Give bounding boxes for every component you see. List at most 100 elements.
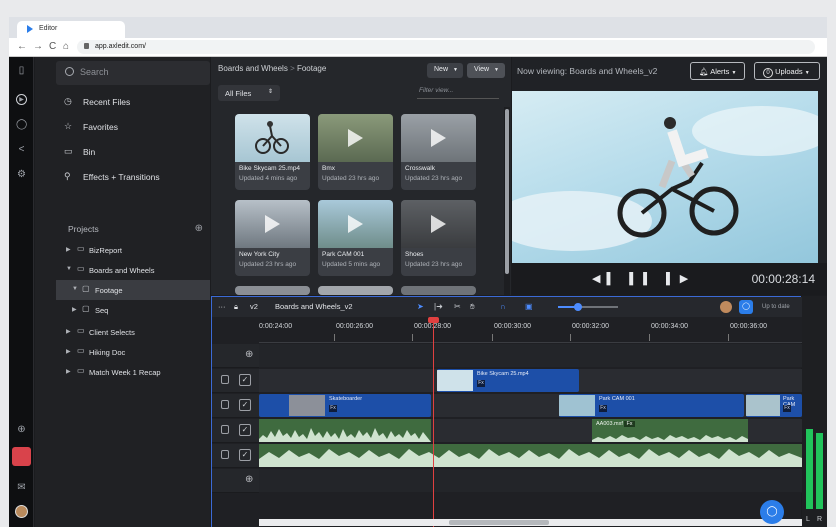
effects-icon: ⚲ (64, 171, 71, 181)
home-icon[interactable]: ⌂ (63, 41, 69, 52)
tree-item-match-week[interactable]: ▶ ▭ Match Week 1 Recap (56, 362, 210, 382)
ripple-tool-icon[interactable]: |➜ (434, 302, 443, 311)
caret-down-icon[interactable]: ▼ (66, 266, 72, 272)
track-toggle-checkbox[interactable]: ✓ (239, 424, 251, 436)
fx-badge[interactable]: Fx (599, 405, 607, 412)
tree-item-bizreport[interactable]: ▶ ▭ BizReport (56, 240, 210, 260)
hand-tool-icon[interactable]: ✋︎ (470, 302, 475, 312)
caret-down-icon[interactable]: ▼ (72, 286, 78, 292)
files-scrollbar[interactable] (504, 107, 510, 295)
new-button[interactable]: New ▼ (427, 63, 463, 78)
forward-icon[interactable]: → (33, 41, 43, 52)
file-card[interactable]: Bike Skycam 25.mp4 Updated 4 mins ago (235, 114, 310, 190)
track-toggle-checkbox[interactable]: ✓ (239, 374, 251, 386)
clip-park-cam-2[interactable]: Park CAM Fx (746, 394, 802, 417)
audio-clip-skateboarder[interactable] (259, 419, 431, 442)
file-card[interactable]: New York City Updated 23 hrs ago (235, 200, 310, 276)
caret-right-icon[interactable]: ▶ (66, 368, 71, 375)
version-select[interactable]: v2 (250, 302, 258, 311)
razor-tool-icon[interactable]: ✂ (454, 302, 461, 311)
lock-icon[interactable]: 🔒︎ (234, 302, 238, 312)
nav-bin[interactable]: ▭ Bin (56, 142, 210, 162)
slider-knob[interactable] (574, 303, 582, 311)
file-card[interactable]: Park CAM 001 Updated 5 mins ago (318, 200, 393, 276)
tree-item-boards-and-wheels[interactable]: ▼ ▭ Boards and Wheels (56, 260, 210, 280)
file-card[interactable]: Shoes Updated 23 hrs ago (401, 200, 476, 276)
playhead-handle[interactable] (428, 317, 439, 323)
breadcrumb-project[interactable]: Boards and Wheels (218, 64, 288, 73)
clip-park-cam[interactable]: Park CAM 001 Fx (559, 394, 744, 417)
reload-icon[interactable]: C (49, 41, 56, 52)
collaborator-avatar[interactable] (720, 301, 732, 313)
clip-skateboarder[interactable]: Skateboarder Fx (259, 394, 431, 417)
add-track-icon[interactable]: ⊕ (245, 349, 253, 360)
back-icon[interactable]: ← (17, 41, 27, 52)
nav-recent-files[interactable]: ◷ Recent Files (56, 92, 210, 112)
brand-badge-icon[interactable] (12, 447, 31, 466)
tree-item-client-selects[interactable]: ▶ ▭ Client Selects (56, 322, 210, 342)
alerts-button[interactable]: 🔔︎ Alerts ▼ (690, 62, 745, 80)
scrollbar-thumb[interactable] (505, 109, 509, 274)
tree-item-seq[interactable]: ▶ ▢ Seq (56, 300, 210, 320)
file-card[interactable] (235, 286, 310, 295)
caret-right-icon[interactable]: ▶ (66, 348, 71, 355)
time-ruler[interactable]: 0:00:24:00 00:00:26:00 00:00:28:00 00:00… (259, 317, 802, 343)
uploads-button[interactable]: 0 Uploads ▼ (754, 62, 820, 80)
track-v2: Bike Skycam 25.mp4 Fx (259, 369, 802, 393)
lock-icon[interactable] (221, 425, 229, 434)
scrollbar-thumb[interactable] (449, 520, 549, 525)
nav-effects[interactable]: ⚲ Effects + Transitions (56, 167, 210, 187)
fx-badge[interactable]: Fx (477, 380, 485, 387)
timeline-scrollbar[interactable] (259, 519, 802, 526)
video-preview[interactable] (512, 91, 818, 263)
breadcrumb-folder[interactable]: Footage (297, 64, 326, 73)
fx-badge[interactable]: Fx (624, 421, 635, 427)
file-card[interactable] (318, 286, 393, 295)
fx-badge[interactable]: Fx (783, 405, 791, 412)
playhead[interactable] (433, 317, 434, 527)
share-icon[interactable]: < (16, 144, 27, 155)
play-circle-icon[interactable]: ▶ (16, 94, 27, 105)
waveform (259, 449, 802, 467)
browser-tab[interactable]: Editor (17, 21, 125, 38)
zoom-slider[interactable] (558, 303, 618, 311)
lock-icon[interactable] (221, 375, 229, 384)
audio-clip-music[interactable] (259, 444, 802, 467)
tree-item-hiking-doc[interactable]: ▶ ▭ Hiking Doc (56, 342, 210, 362)
select-tool-icon[interactable]: ➤ (417, 302, 424, 311)
file-type-dropdown[interactable]: All Files ⇕ (218, 85, 280, 101)
waveform-toggle-icon[interactable]: ▣ (525, 302, 533, 311)
settings-icon[interactable]: ⚙ (16, 169, 27, 180)
nav-favorites[interactable]: ☆ Favorites (56, 117, 210, 137)
transport-controls-icon[interactable]: ◀▌ ▌▌ ▌▶ (592, 272, 694, 285)
url-field[interactable]: app.axledit.com/ (77, 40, 815, 54)
file-card[interactable]: Crosswalk Updated 23 hrs ago (401, 114, 476, 190)
add-track-icon[interactable]: ⊕ (245, 474, 253, 485)
clip-bike-skycam[interactable]: Bike Skycam 25.mp4 Fx (437, 369, 579, 392)
caret-right-icon[interactable]: ▶ (72, 306, 77, 313)
lock-icon[interactable] (221, 400, 229, 409)
file-card[interactable] (401, 286, 476, 295)
caret-right-icon[interactable]: ▶ (66, 246, 71, 253)
track-toggle-checkbox[interactable]: ✓ (239, 399, 251, 411)
search-input[interactable]: Search (56, 61, 210, 85)
mail-icon[interactable]: ✉ (16, 482, 27, 493)
audio-clip-aa003[interactable]: AA003.mxf Fx (592, 419, 748, 442)
caret-right-icon[interactable]: ▶ (66, 328, 71, 335)
add-project-icon[interactable]: ⊕ (195, 223, 203, 234)
files-icon[interactable]: ▯ (16, 65, 27, 76)
comment-icon[interactable]: ◯ (16, 119, 27, 130)
more-icon[interactable]: ··· (218, 302, 226, 311)
tree-item-footage[interactable]: ▼ ▢ Footage (56, 280, 210, 300)
filter-input[interactable]: Filter view... (417, 87, 499, 99)
avatar[interactable] (15, 505, 28, 518)
file-card[interactable]: Bmx Updated 23 hrs ago (318, 114, 393, 190)
add-icon[interactable]: ⊕ (16, 424, 27, 435)
chat-button[interactable]: ◯ (760, 500, 784, 524)
track-toggle-checkbox[interactable]: ✓ (239, 449, 251, 461)
snap-icon[interactable]: ∩ (500, 302, 506, 311)
view-button[interactable]: View ▼ (467, 63, 505, 78)
lock-icon[interactable] (221, 450, 229, 459)
comment-toggle-icon[interactable]: ◯ (739, 300, 753, 314)
fx-badge[interactable]: Fx (329, 405, 337, 412)
